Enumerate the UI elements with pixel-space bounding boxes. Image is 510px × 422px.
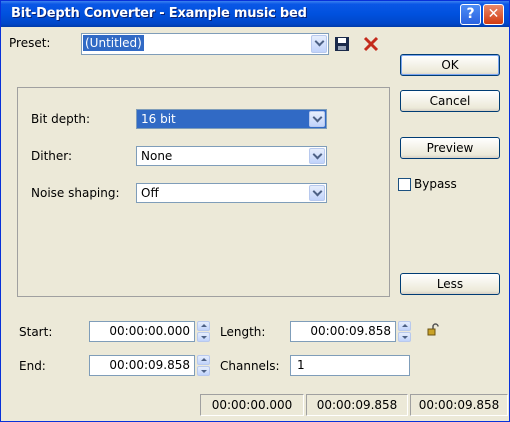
- bit-depth-select[interactable]: 16 bit: [136, 109, 327, 129]
- noise-shaping-select[interactable]: Off: [136, 183, 327, 203]
- preset-combo[interactable]: (Untitled): [81, 33, 329, 55]
- noise-shaping-label: Noise shaping:: [31, 186, 120, 200]
- length-spinner[interactable]: [398, 321, 411, 342]
- length-value: 00:00:09.858: [310, 324, 391, 338]
- spin-down-icon[interactable]: [197, 366, 210, 376]
- preset-label: Preset:: [9, 36, 51, 50]
- status-start: 00:00:00.000: [200, 394, 304, 416]
- bit-depth-value: 16 bit: [141, 112, 176, 126]
- spin-up-icon[interactable]: [398, 321, 411, 331]
- chevron-down-icon[interactable]: [311, 35, 327, 53]
- spin-down-icon[interactable]: [197, 332, 210, 342]
- channels-field[interactable]: 1: [290, 355, 410, 376]
- end-value: 00:00:09.858: [109, 358, 190, 372]
- start-field[interactable]: 00:00:00.000: [89, 321, 195, 342]
- cancel-button[interactable]: Cancel: [400, 90, 500, 112]
- chevron-down-icon[interactable]: [309, 111, 325, 127]
- close-icon[interactable]: ✕: [483, 4, 504, 25]
- status-length: 00:00:09.858: [410, 394, 508, 416]
- end-spinner[interactable]: [197, 355, 210, 376]
- bit-depth-label: Bit depth:: [31, 112, 91, 126]
- spin-down-icon[interactable]: [398, 332, 411, 342]
- bit-depth-converter-dialog: Bit-Depth Converter - Example music bed …: [0, 0, 510, 422]
- chevron-down-icon[interactable]: [309, 148, 325, 164]
- window-title: Bit-Depth Converter - Example music bed: [11, 6, 307, 21]
- start-spinner[interactable]: [197, 321, 210, 342]
- length-label: Length:: [220, 325, 266, 339]
- preset-value: (Untitled): [83, 35, 144, 51]
- lock-icon[interactable]: [426, 323, 440, 337]
- dither-value: None: [141, 149, 173, 163]
- preview-button[interactable]: Preview: [400, 137, 500, 159]
- title-bar[interactable]: Bit-Depth Converter - Example music bed …: [1, 1, 509, 27]
- save-preset-icon[interactable]: [334, 36, 350, 52]
- channels-label: Channels:: [220, 359, 280, 373]
- end-label: End:: [19, 359, 46, 373]
- help-icon[interactable]: ?: [460, 4, 481, 25]
- end-field[interactable]: 00:00:09.858: [89, 355, 195, 376]
- delete-preset-icon[interactable]: [363, 36, 379, 52]
- status-end: 00:00:09.858: [306, 394, 408, 416]
- bypass-checkbox[interactable]: [398, 178, 411, 191]
- channels-value: 1: [297, 358, 305, 372]
- length-field[interactable]: 00:00:09.858: [290, 321, 396, 342]
- ok-button[interactable]: OK: [400, 54, 500, 76]
- bypass-label: Bypass: [414, 177, 457, 191]
- spin-up-icon[interactable]: [197, 321, 210, 331]
- spin-up-icon[interactable]: [197, 355, 210, 365]
- start-label: Start:: [19, 325, 53, 339]
- chevron-down-icon[interactable]: [309, 185, 325, 201]
- dither-select[interactable]: None: [136, 146, 327, 166]
- noise-shaping-value: Off: [141, 186, 159, 200]
- start-value: 00:00:00.000: [109, 324, 190, 338]
- dither-label: Dither:: [31, 149, 73, 163]
- less-button[interactable]: Less: [400, 273, 500, 295]
